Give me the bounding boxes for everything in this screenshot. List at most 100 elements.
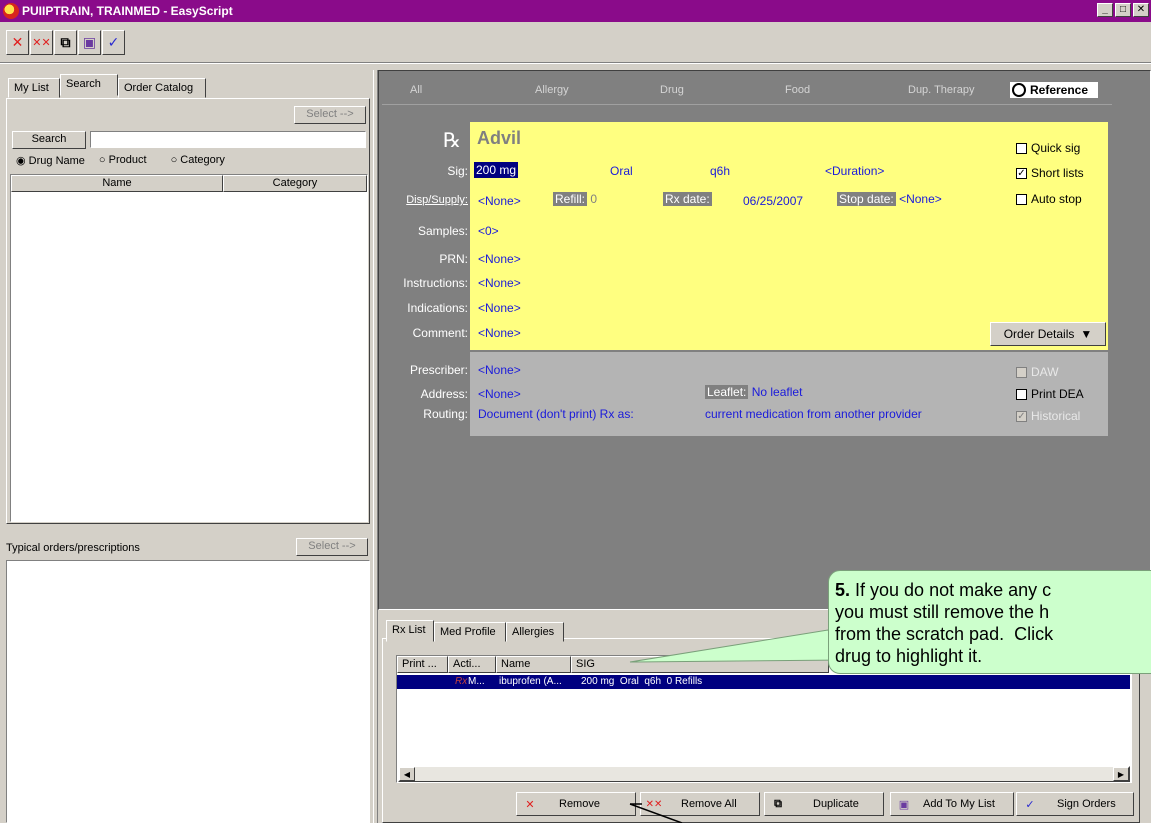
frequency-field[interactable]: q6h [710,164,730,178]
filter-food[interactable]: Food [785,84,810,96]
remove-icon[interactable]: ✕ [6,30,29,55]
column-print[interactable]: Print ... [397,656,448,673]
samples-label: Samples: [417,224,468,238]
tab-order-catalog[interactable]: Order Catalog [118,78,206,98]
leaflet-label: Leaflet: [705,385,749,399]
typical-select-button[interactable]: Select --> [296,538,368,556]
filter-all[interactable]: All [410,84,422,96]
search-button[interactable]: Search [12,131,86,149]
add-to-my-list-button[interactable]: ▣ Add To My List [890,792,1014,816]
comment-field[interactable]: <None> [478,326,521,340]
stop-date-label: Stop date: [837,192,896,206]
column-name[interactable]: Name [11,175,223,192]
filter-drug[interactable]: Drug [660,84,684,96]
rx-date-field[interactable]: 06/25/2007 [743,194,803,208]
instructions-label: Instructions: [403,276,468,290]
drug-results-list[interactable]: Name Category [10,174,368,522]
remove-icon: ✕ [525,798,535,811]
left-pane: My List Search Order Catalog Select --> … [4,74,372,823]
short-lists-checkbox[interactable]: ✓ Short lists [1016,166,1084,180]
address-label: Address: [420,387,468,401]
prn-field[interactable]: <None> [478,252,521,266]
callout-line4: drug to highlight it. [835,646,983,666]
checkbox-icon [1016,142,1027,154]
sig-label: Sig: [447,164,468,178]
quick-sig-checkbox[interactable]: Quick sig [1016,141,1080,155]
minimize-button[interactable]: _ [1097,3,1113,17]
row-name: ibuprofen (A... [499,676,562,687]
filter-bar [382,76,1112,105]
filter-allergy[interactable]: Allergy [535,84,569,96]
rx-date-label: Rx date: [663,192,712,206]
scroll-left-arrow[interactable]: ◀ [399,767,415,781]
radio-icon: ○ [98,154,106,166]
checkbox-icon [1016,366,1027,378]
prescriber-label: Prescriber: [409,363,468,377]
refill-field[interactable]: 0 [590,192,597,206]
maximize-button[interactable]: □ [1115,3,1131,17]
column-name[interactable]: Name [496,656,571,673]
close-button[interactable]: ✕ [1133,3,1149,17]
checkbox-icon [1016,193,1027,205]
daw-checkbox[interactable]: DAW [1016,365,1059,379]
radio-product[interactable]: ○ Product [99,154,147,167]
sign-orders-button[interactable]: ✓ Sign Orders [1016,792,1134,816]
stop-date-field[interactable]: <None> [899,192,942,206]
tab-rx-list[interactable]: Rx List [386,620,434,642]
rx-symbol-icon: ℞ [443,128,461,152]
typical-orders-list[interactable] [6,560,370,823]
tab-allergies[interactable]: Allergies [506,622,564,642]
column-category[interactable]: Category [223,175,367,192]
prescriber-field[interactable]: <None> [478,363,521,377]
duplicate-icon[interactable]: ⧉ [54,30,77,55]
samples-field[interactable]: <0> [478,224,499,238]
callout-step: 5. [835,580,851,600]
leaflet-field[interactable]: No leaflet [752,385,803,399]
reference-toggle[interactable]: Reference [1010,82,1099,98]
checked-icon: ✓ [1016,167,1027,179]
checked-icon: ✓ [1016,410,1027,422]
route-field[interactable]: Oral [610,164,633,178]
chevron-down-icon: ▼ [1080,327,1093,341]
auto-stop-checkbox[interactable]: Auto stop [1016,192,1082,206]
comment-label: Comment: [412,326,468,340]
callout-line2: you must still remove the h [835,602,1050,622]
routing-detail: current medication from another provider [705,407,922,421]
routing-label: Routing: [423,407,468,421]
toolbar: ✕ ✕✕ ⧉ ▣ ✓ [6,30,125,58]
row-action: M... [468,676,485,687]
tab-my-list[interactable]: My List [8,78,60,98]
order-details-button[interactable]: Order Details ▼ [990,322,1106,346]
instructions-field[interactable]: <None> [478,276,521,290]
radio-drug-name[interactable]: ◉ Drug Name [16,154,85,167]
historical-checkbox[interactable]: ✓ Historical [1016,409,1080,423]
routing-field[interactable]: Document (don't print) Rx as: [478,407,634,421]
tab-med-profile[interactable]: Med Profile [434,622,506,642]
indications-label: Indications: [407,301,468,315]
sign-orders-icon[interactable]: ✓ [102,30,125,55]
dose-field[interactable]: 200 mg [474,162,519,178]
select-button[interactable]: Select --> [294,106,366,124]
prn-label: PRN: [439,252,468,266]
scroll-right-arrow[interactable]: ▶ [1113,767,1129,781]
duration-field[interactable]: <Duration> [825,164,884,178]
address-field[interactable]: <None> [478,387,521,401]
reference-circle-icon [1012,83,1026,97]
sign-orders-icon: ✓ [1025,798,1035,811]
filter-dup-therapy[interactable]: Dup. Therapy [908,84,974,96]
rx-status: Rx [455,676,468,687]
indications-field[interactable]: <None> [478,301,521,315]
column-action[interactable]: Acti... [448,656,496,673]
radio-category[interactable]: ○ Category [171,154,225,167]
radio-icon: ○ [170,154,178,166]
drug-name: Advil [477,128,522,148]
tab-search[interactable]: Search [60,74,118,96]
checkbox-icon [1016,388,1027,400]
arrow-line [629,803,683,823]
remove-all-icon[interactable]: ✕✕ [30,30,53,55]
print-dea-checkbox[interactable]: Print DEA [1016,387,1084,401]
search-input[interactable] [90,131,366,148]
add-to-list-icon[interactable]: ▣ [78,30,101,55]
disp-field[interactable]: <None> [478,194,521,208]
callout-pointer [629,629,846,823]
